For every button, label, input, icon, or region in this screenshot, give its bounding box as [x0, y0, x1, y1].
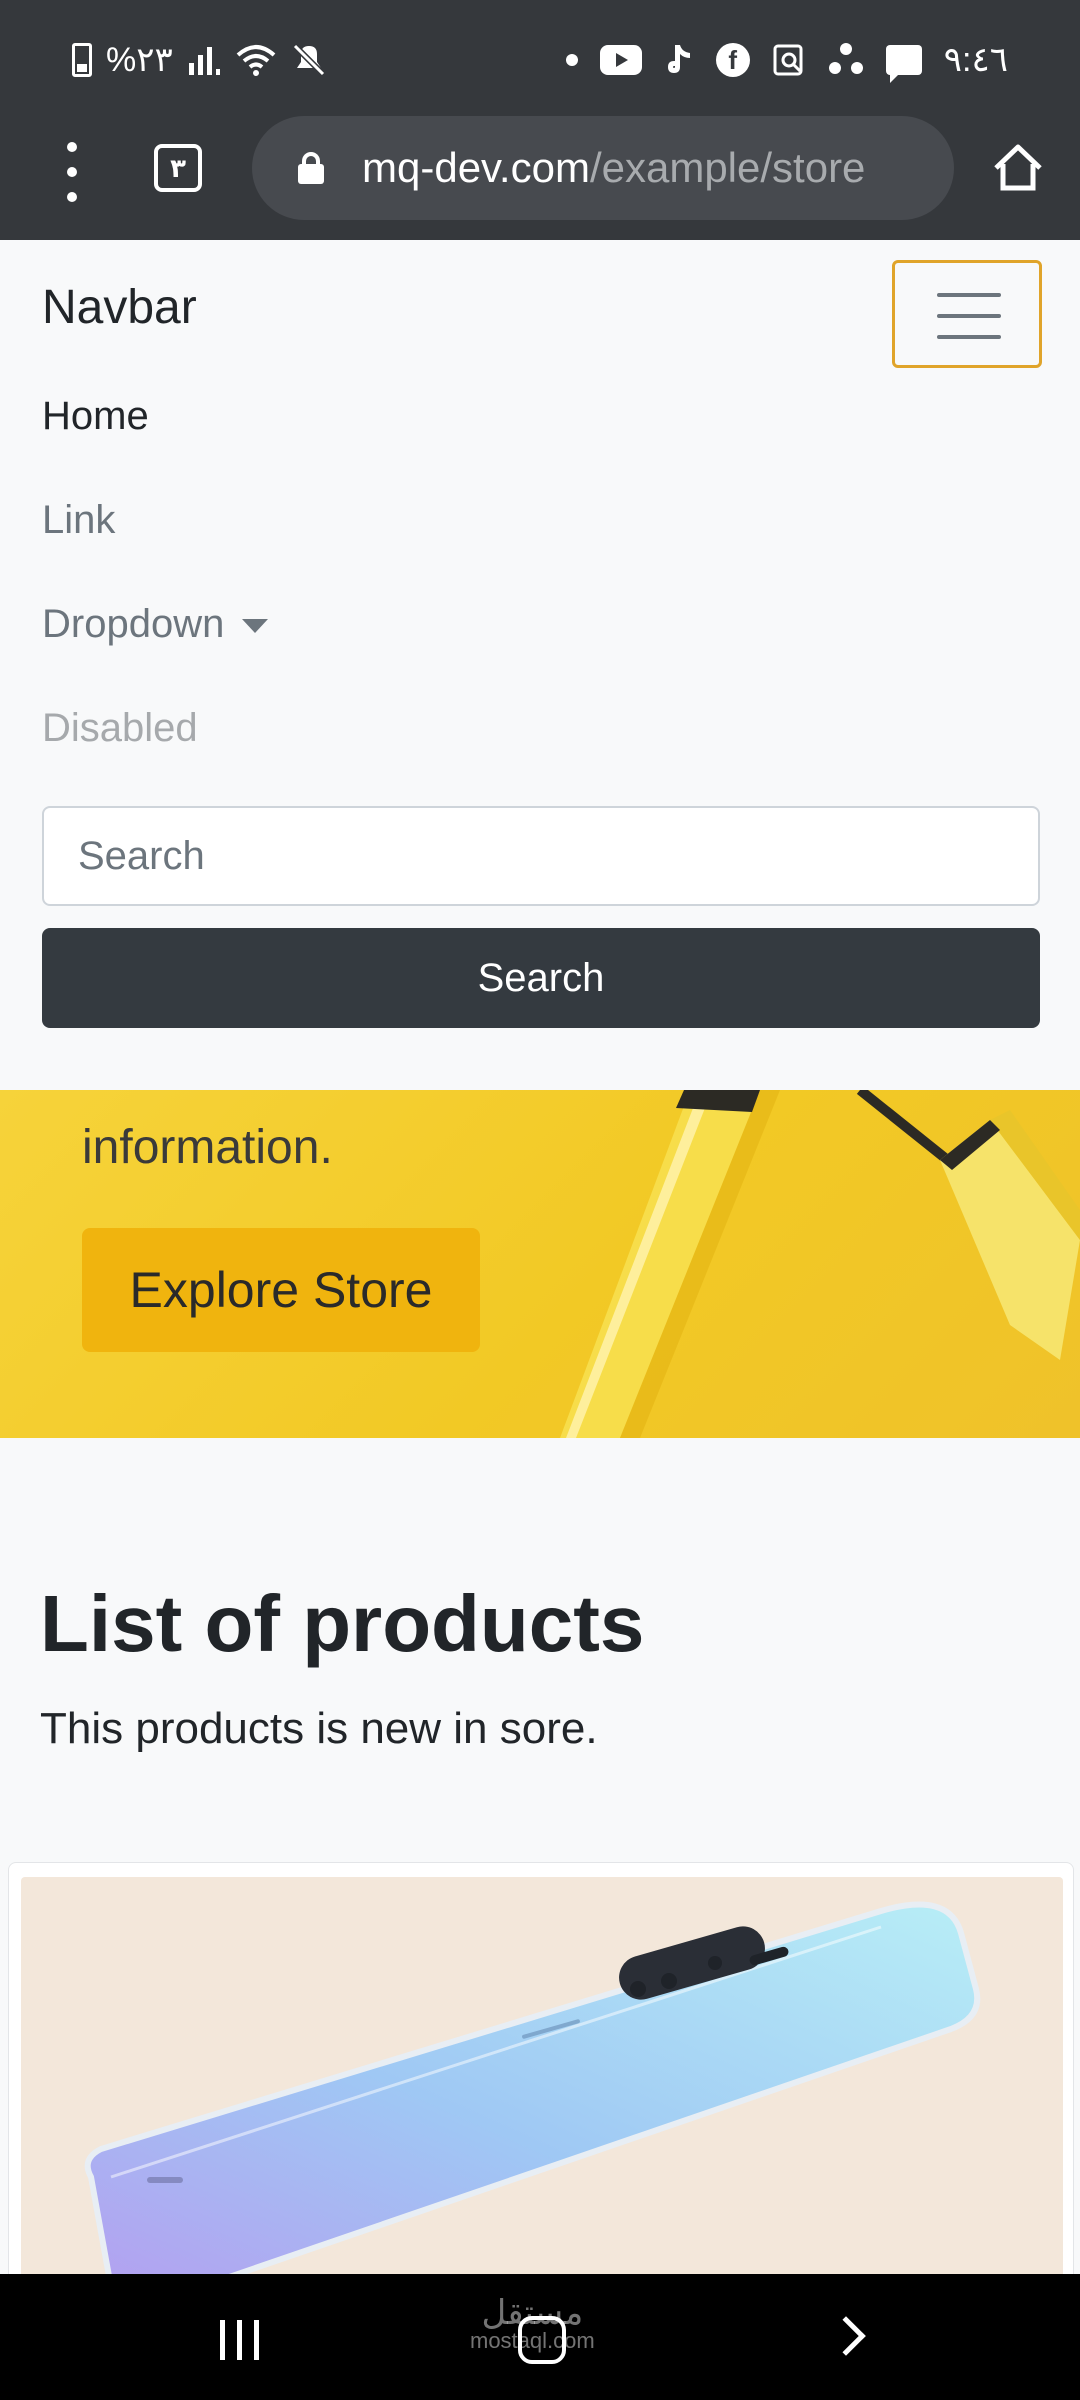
home-icon[interactable]: [992, 142, 1044, 194]
hamburger-line: [937, 293, 1001, 297]
lock-icon: [298, 152, 324, 184]
nav-item-disabled: Disabled: [42, 706, 198, 750]
navbar-toggler-button[interactable]: [892, 260, 1042, 368]
status-right: f ٩:٤٦: [565, 40, 1008, 83]
signal-icon: [188, 47, 220, 75]
hamburger-line: [937, 335, 1001, 339]
hero-banner: information. Explore Store: [0, 1090, 1080, 1438]
products-subtitle: This products is new in sore.: [40, 1704, 598, 1753]
watermark: مستقل mostaql.com: [470, 2296, 595, 2352]
nav-item-link[interactable]: Link: [42, 498, 115, 543]
nav-dropdown-label: Dropdown: [42, 602, 225, 646]
clock: ٩:٤٦: [943, 41, 1008, 79]
browser-menu-icon[interactable]: [60, 142, 84, 202]
search-button[interactable]: Search: [42, 928, 1040, 1028]
search-input[interactable]: [42, 806, 1040, 906]
browser-toolbar: ٣ mq-dev.com/example/store: [0, 112, 1080, 240]
hangouts-icon: [828, 43, 863, 74]
status-left: %٢٣: [72, 40, 327, 80]
url-text[interactable]: mq-dev.com/example/store: [362, 144, 942, 192]
tabs-button[interactable]: ٣: [154, 144, 202, 192]
mute-icon: [292, 43, 325, 77]
products-title: List of products: [40, 1579, 645, 1668]
hamburger-line: [937, 314, 1001, 318]
facebook-icon: f: [715, 43, 750, 77]
wifi-icon: [236, 45, 276, 76]
hero-text: information.: [82, 1121, 333, 1174]
dot-icon: [565, 54, 578, 66]
youtube-icon: [599, 45, 642, 75]
watermark-arabic: مستقل: [481, 2294, 584, 2332]
url-path: /example/store: [589, 144, 866, 191]
system-nav-bar: مستقل mostaql.com: [0, 2274, 1080, 2400]
watermark-latin: mostaql.com: [470, 2328, 595, 2353]
caret-down-icon: [242, 619, 269, 634]
address-bar[interactable]: mq-dev.com/example/store: [252, 116, 954, 220]
recent-apps-icon[interactable]: [220, 2320, 259, 2360]
navbar-brand[interactable]: Navbar: [42, 280, 197, 335]
back-nav-icon[interactable]: [826, 2316, 866, 2356]
nav-item-dropdown[interactable]: Dropdown: [42, 602, 269, 647]
message-icon: [885, 45, 922, 83]
nav-item-home[interactable]: Home: [42, 394, 149, 439]
explore-store-button[interactable]: Explore Store: [82, 1228, 480, 1352]
battery-percent: %٢٣: [106, 41, 173, 79]
tiktok-icon: [667, 45, 690, 73]
search-app-icon: [773, 44, 803, 76]
url-host: mq-dev.com: [362, 144, 590, 191]
status-bar: %٢٣ f ٩:٤٦: [0, 0, 1080, 112]
battery-icon: [72, 43, 92, 77]
